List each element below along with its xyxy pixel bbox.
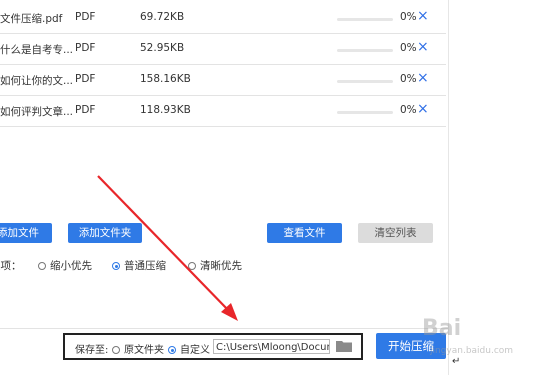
option-label: 自定义 [180,345,210,356]
save-path-input[interactable]: C:\Users\Mloong\Documents [213,339,330,354]
return-symbol: ↵ [452,356,461,367]
radio-selected-icon [112,262,120,270]
clear-list-button[interactable]: 清空列表 [358,223,433,243]
progress-bar [337,111,393,114]
add-folder-button[interactable]: 添加文件夹 [68,223,142,243]
original-folder-option[interactable]: 原文件夹 [112,341,164,356]
option-label: 清晰优先 [200,260,242,272]
compress-options-label: 选项： [0,260,22,272]
option-label: 缩小优先 [50,260,92,272]
view-files-button[interactable]: 查看文件 [267,223,342,243]
progress-percent: 0% [400,104,417,116]
file-size: 158.16KB [140,73,191,85]
custom-folder-option[interactable]: 自定义 [168,341,210,356]
file-name: 如何让你的文... [0,75,74,87]
file-type: PDF [75,73,96,85]
progress-percent: 0% [400,73,417,85]
option-smallest[interactable]: 缩小优先 [38,258,92,273]
file-name: 如何评判文章... [0,106,74,118]
option-label: 原文件夹 [124,345,164,356]
file-type: PDF [75,42,96,54]
save-location-box: 保存至: 原文件夹 自定义 C:\Users\Mloong\Documents [63,333,363,360]
file-size: 52.95KB [140,42,185,54]
radio-icon [188,262,196,270]
file-type: PDF [75,104,96,116]
file-list-panel: 文件压缩.pdf PDF 69.72KB 0% × 什么是自考专... PDF … [0,0,448,330]
table-row[interactable]: 如何让你的文... PDF 158.16KB 0% × [0,65,446,96]
option-clarity[interactable]: 清晰优先 [188,258,242,273]
radio-selected-icon [168,346,176,354]
remove-file-icon[interactable]: × [417,70,429,86]
save-to-label: 保存至: [75,345,109,356]
file-type: PDF [75,11,96,23]
progress-percent: 0% [400,11,417,23]
radio-icon [112,346,120,354]
file-size: 69.72KB [140,11,185,23]
watermark-logo: Bai [422,316,462,341]
remove-file-icon[interactable]: × [417,8,429,24]
watermark-url: jingyan.baidu.com [430,346,514,356]
divider [0,328,448,329]
remove-file-icon[interactable]: × [417,101,429,117]
watermark: Bai jingyan.baidu.com [422,316,540,364]
progress-bar [337,80,393,83]
file-name: 什么是自考专... [0,44,74,56]
progress-bar [337,49,393,52]
table-row[interactable]: 如何评判文章... PDF 118.93KB 0% × [0,96,446,127]
option-label: 普通压缩 [124,260,166,272]
add-file-button[interactable]: 添加文件 [0,223,52,243]
option-normal[interactable]: 普通压缩 [112,258,166,273]
file-size: 118.93KB [140,104,191,116]
folder-icon[interactable] [336,340,352,352]
progress-bar [337,18,393,21]
table-row[interactable]: 文件压缩.pdf PDF 69.72KB 0% × [0,3,446,34]
table-row[interactable]: 什么是自考专... PDF 52.95KB 0% × [0,34,446,65]
progress-percent: 0% [400,42,417,54]
file-name: 文件压缩.pdf [0,13,63,25]
remove-file-icon[interactable]: × [417,39,429,55]
radio-icon [38,262,46,270]
